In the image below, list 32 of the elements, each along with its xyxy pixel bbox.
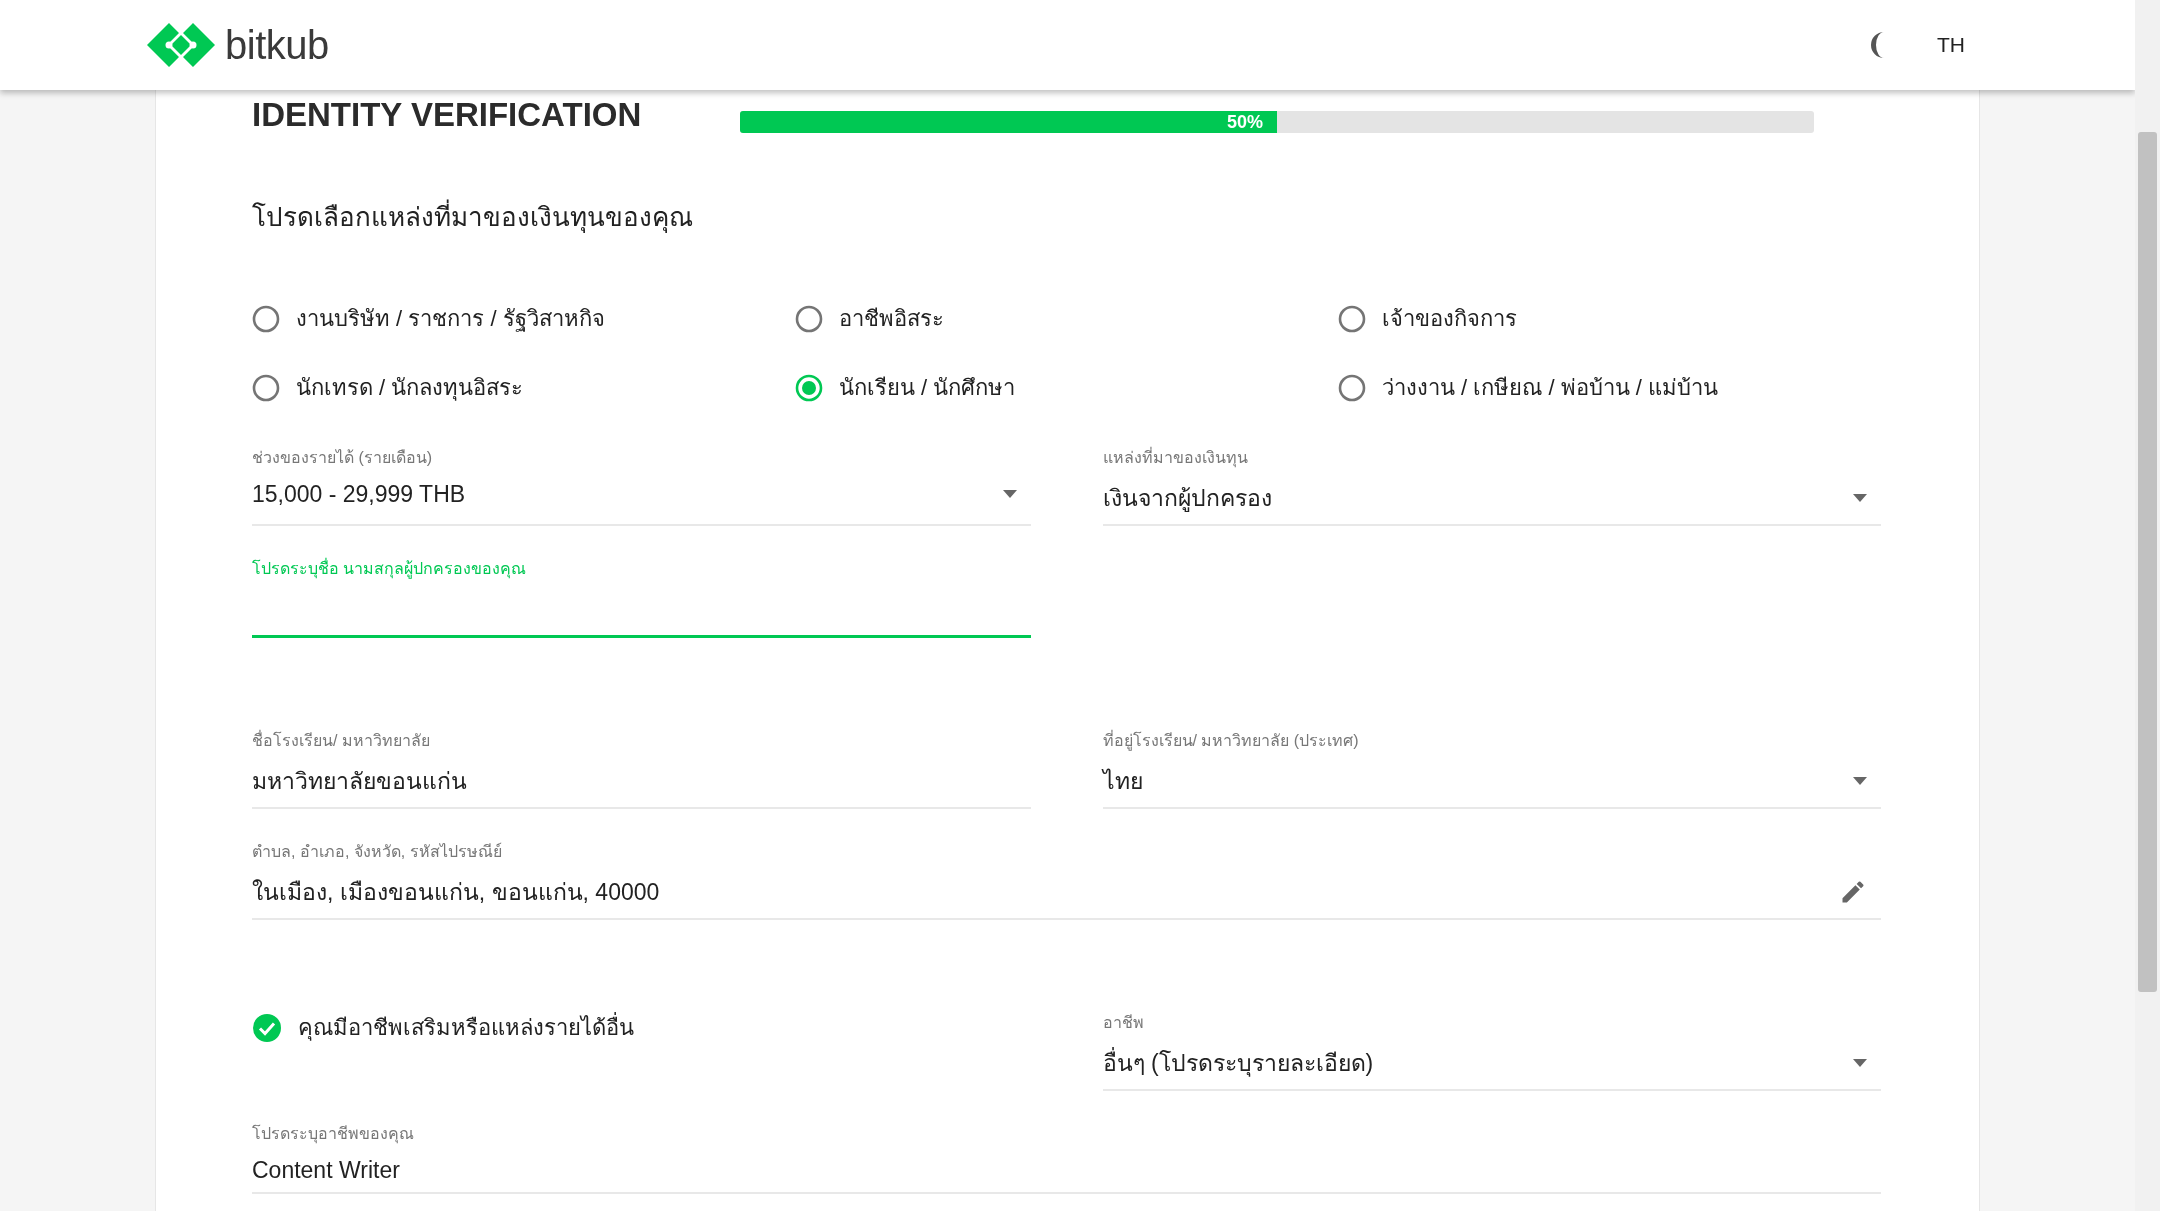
checkbox[interactable] bbox=[252, 1012, 282, 1043]
progress-label: 50% bbox=[1226, 111, 1263, 133]
radio-button[interactable] bbox=[1338, 304, 1366, 333]
radio-label[interactable]: นักเทรด / นักลงทุนอิสระ bbox=[296, 370, 524, 405]
select-field[interactable]: ที่อยู่โรงเรียน/ มหาวิทยาลัย (ประเทศ) ไทย bbox=[1102, 728, 1881, 809]
scrollbar-thumb[interactable] bbox=[2138, 132, 2157, 992]
input-field[interactable]: โปรดระบุอาชีพของคุณ Content Writer bbox=[252, 1121, 1881, 1194]
radio-label[interactable]: งานบริษัท / ราชการ / รัฐวิสาหกิจ bbox=[296, 301, 605, 336]
dropdown-caret-icon bbox=[1002, 490, 1017, 498]
radio-button[interactable] bbox=[795, 304, 823, 333]
dropdown-caret-icon bbox=[1853, 777, 1867, 785]
checkbox-label: คุณมีอาชีพเสริมหรือแหล่งรายได้อื่น bbox=[298, 1010, 634, 1045]
select-field[interactable]: แหล่งที่มาของเงินทุน เงินจากผู้ปกครอง bbox=[1102, 445, 1881, 526]
language-selector[interactable]: TH bbox=[1937, 33, 1965, 57]
page-title: IDENTITY VERIFICATION bbox=[252, 96, 643, 134]
radio-label[interactable]: เจ้าของกิจการ bbox=[1382, 301, 1517, 336]
radio-label[interactable]: อาชีพอิสระ bbox=[839, 301, 944, 336]
radio-button[interactable] bbox=[795, 373, 823, 402]
input-field[interactable]: ชื่อโรงเรียน/ มหาวิทยาลัย มหาวิทยาลัยขอนแก่น bbox=[252, 728, 1031, 809]
radio-button[interactable] bbox=[1338, 373, 1366, 402]
select-field[interactable]: อาชีพ อื่นๆ (โปรดระบุรายละเอียด) bbox=[1102, 1010, 1881, 1091]
checkbox-row[interactable]: คุณมีอาชีพเสริมหรือแหล่งรายได้อื่น bbox=[252, 1010, 1031, 1045]
radio-button[interactable] bbox=[252, 304, 280, 333]
dropdown-caret-icon bbox=[1853, 1059, 1867, 1067]
logo-text[interactable]: bitkub bbox=[225, 22, 329, 68]
select-field[interactable]: ช่วงของรายได้ (รายเดือน) 15,000 - 29,999 THB bbox=[252, 445, 1031, 526]
dropdown-caret-icon bbox=[1853, 494, 1867, 502]
radio-button[interactable] bbox=[252, 373, 280, 402]
radio-label[interactable]: นักเรียน / นักศึกษา bbox=[839, 370, 1016, 405]
question-text: โปรดเลือกแหล่งที่มาของเงินทุนของคุณ bbox=[252, 196, 1881, 237]
radio-label[interactable]: ว่างงาน / เกษียณ / พ่อบ้าน / แม่บ้าน bbox=[1382, 370, 1718, 405]
input-field[interactable]: ตำบล, อำเภอ, จังหวัด, รหัสไปรษณีย์ ในเมือง, เมืองขอนแก่น, ขอนแก่น, 40000 bbox=[252, 839, 1881, 920]
